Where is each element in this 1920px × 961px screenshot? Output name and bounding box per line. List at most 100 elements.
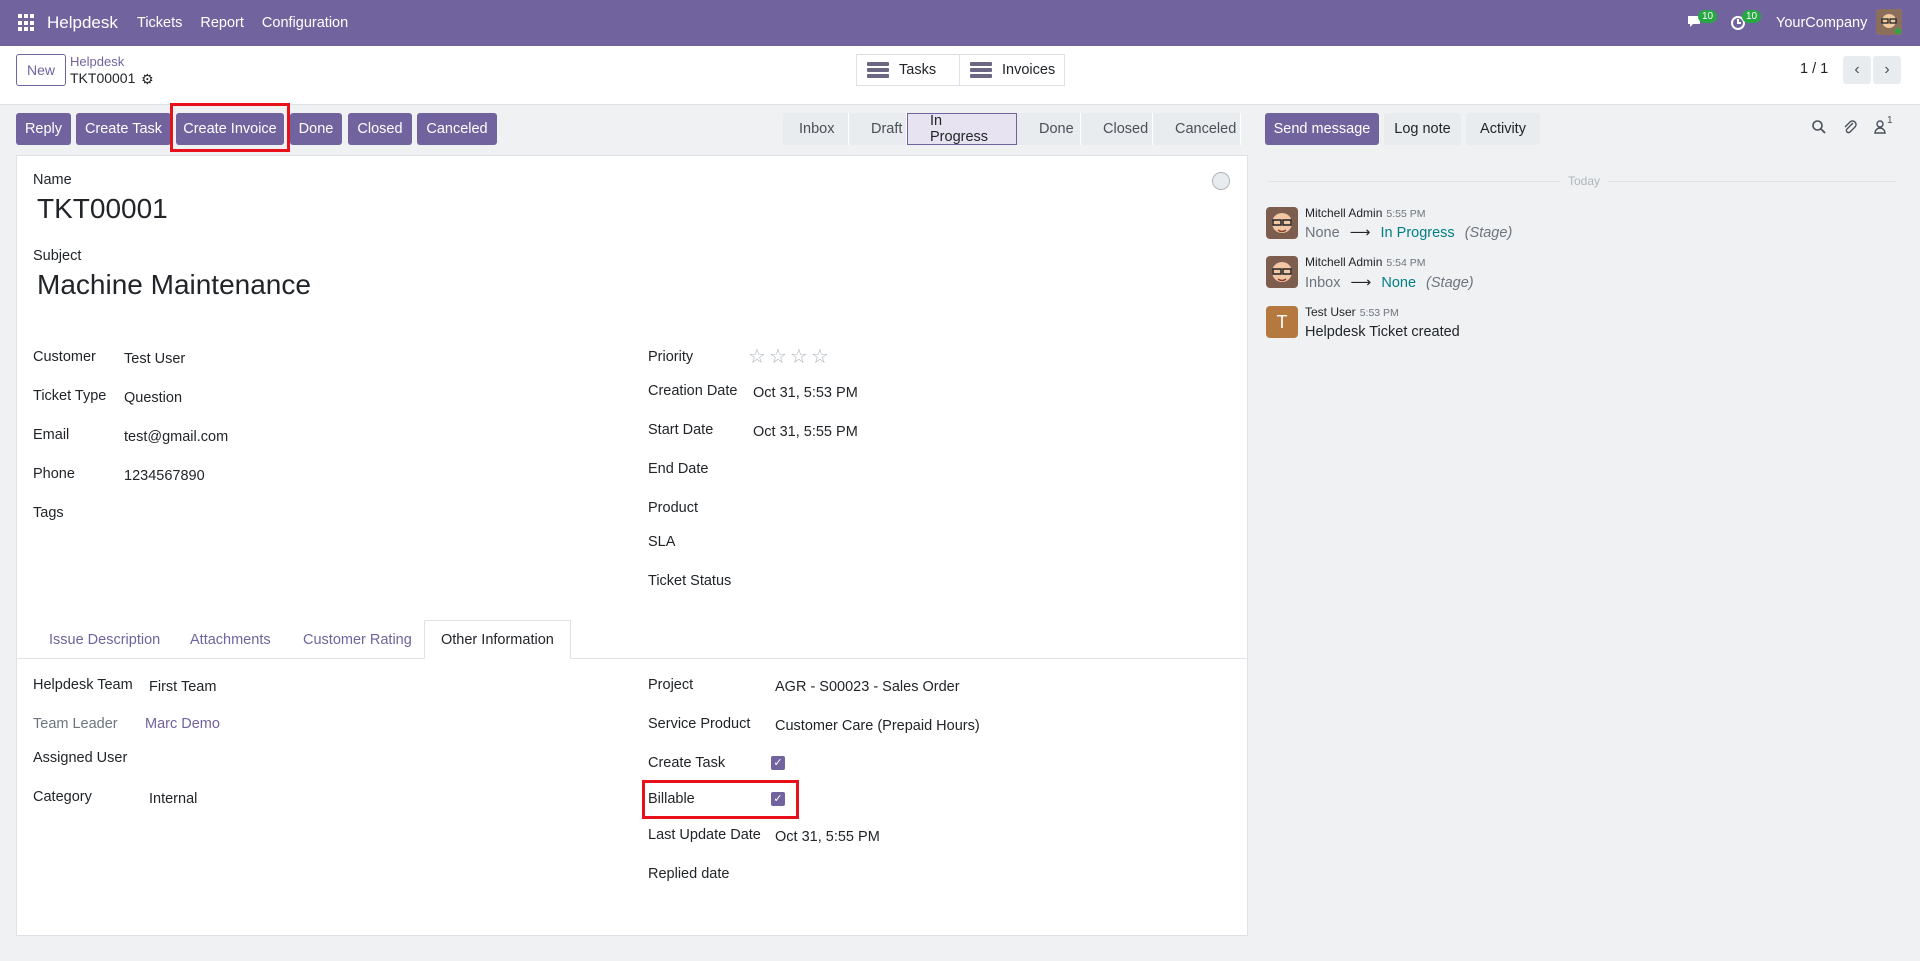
ticket-subject[interactable]: Machine Maintenance [37, 269, 311, 301]
message-time: 5:55 PM [1386, 208, 1426, 220]
priority-label: Priority [648, 349, 694, 365]
customer-field[interactable]: Test User [124, 351, 185, 367]
email-label: Email [33, 427, 70, 443]
invoices-smart-button[interactable]: Invoices [959, 54, 1065, 86]
sla-label: SLA [648, 534, 676, 550]
create-task-label: Create Task [648, 755, 726, 771]
create-task-checkbox[interactable]: ✓ [771, 756, 785, 770]
start-date-field[interactable]: Oct 31, 5:55 PM [753, 424, 858, 440]
pager-next-button[interactable]: › [1873, 56, 1901, 84]
creation-date-label: Creation Date [648, 383, 738, 399]
tab-attachments[interactable]: Attachments [190, 620, 271, 659]
avatar[interactable] [1266, 207, 1298, 239]
closed-button[interactable]: Closed [348, 113, 412, 145]
old-value: None [1305, 225, 1340, 241]
end-date-label: End Date [648, 461, 709, 477]
notebook-tabs: Issue Description Attachments Customer R… [16, 620, 1248, 659]
create-task-button[interactable]: Create Task [76, 113, 171, 145]
activities-badge: 10 [1742, 10, 1762, 23]
stage-done[interactable]: Done [1017, 113, 1081, 145]
pager-previous-button[interactable]: ‹ [1843, 56, 1871, 84]
old-value: Inbox [1305, 275, 1341, 291]
message-author[interactable]: Mitchell Admin 5:54 PM [1305, 255, 1425, 269]
breadcrumb-parent[interactable]: Helpdesk [70, 54, 124, 69]
phone-label: Phone [33, 466, 75, 482]
priority-stars[interactable]: ☆ ☆ ☆ ☆ [748, 344, 829, 369]
star-icon[interactable]: ☆ [811, 344, 829, 369]
stage-draft[interactable]: Draft [849, 113, 907, 145]
message-body: Helpdesk Ticket created [1305, 324, 1460, 340]
app-name[interactable]: Helpdesk [47, 13, 118, 33]
avatar-initial: T [1276, 311, 1288, 332]
menu-report[interactable]: Report [200, 15, 244, 31]
last-update-date-label: Last Update Date [648, 827, 761, 843]
stage-canceled[interactable]: Canceled [1153, 113, 1241, 145]
done-button[interactable]: Done [290, 113, 342, 145]
star-icon[interactable]: ☆ [790, 344, 808, 369]
messages-icon[interactable]: 10 [1686, 10, 1718, 30]
send-message-button[interactable]: Send message [1265, 113, 1379, 145]
category-field[interactable]: Internal [149, 791, 197, 807]
service-product-field[interactable]: Customer Care (Prepaid Hours) [775, 718, 980, 734]
arrow-right-icon: ⟶ [1349, 225, 1371, 241]
top-navbar: Helpdesk Tickets Report Configuration 10… [0, 0, 1920, 46]
company-switcher[interactable]: YourCompany [1776, 15, 1867, 31]
tab-issue-description[interactable]: Issue Description [49, 620, 160, 659]
activities-icon[interactable]: 10 [1730, 10, 1762, 32]
team-leader-link[interactable]: Marc Demo [145, 716, 220, 732]
star-icon[interactable]: ☆ [769, 344, 787, 369]
author-name[interactable]: Test User [1305, 305, 1356, 319]
new-value: In Progress [1380, 225, 1455, 241]
menu-tickets[interactable]: Tickets [137, 15, 182, 31]
stage-in-progress[interactable]: In Progress [907, 113, 1017, 145]
paperclip-icon[interactable] [1842, 119, 1858, 139]
tasks-smart-button[interactable]: Tasks [856, 54, 960, 86]
ticket-type-field[interactable]: Question [124, 390, 182, 406]
billable-highlight [642, 780, 799, 819]
stage-closed[interactable]: Closed [1081, 113, 1153, 145]
followers-icon[interactable]: 1 [1873, 115, 1893, 139]
ticket-name[interactable]: TKT00001 [37, 193, 168, 225]
new-button[interactable]: New [16, 54, 66, 86]
author-name[interactable]: Mitchell Admin [1305, 206, 1382, 220]
team-leader-label: Team Leader [33, 716, 118, 732]
kanban-state-indicator[interactable] [1212, 172, 1230, 190]
tracked-field: (Stage) [1426, 275, 1474, 291]
customer-label: Customer [33, 349, 96, 365]
gear-icon[interactable]: ⚙ [141, 71, 154, 88]
email-field[interactable]: test@gmail.com [124, 429, 228, 445]
tags-label: Tags [33, 505, 64, 521]
activity-button[interactable]: Activity [1466, 113, 1540, 145]
tab-other-information[interactable]: Other Information [424, 620, 571, 659]
breadcrumb-current: TKT00001 [70, 70, 136, 86]
ticket-type-label: Ticket Type [33, 388, 107, 404]
avatar[interactable]: T [1266, 306, 1298, 338]
message-author[interactable]: Test User 5:53 PM [1305, 305, 1399, 319]
phone-field[interactable]: 1234567890 [124, 468, 205, 484]
reply-button[interactable]: Reply [16, 113, 71, 145]
assigned-user-label: Assigned User [33, 750, 128, 766]
avatar[interactable] [1266, 256, 1298, 288]
apps-menu-icon[interactable] [18, 14, 36, 32]
canceled-button[interactable]: Canceled [417, 113, 497, 145]
message-author[interactable]: Mitchell Admin 5:55 PM [1305, 206, 1425, 220]
helpdesk-team-field[interactable]: First Team [149, 679, 216, 695]
category-label: Category [33, 789, 92, 805]
project-field[interactable]: AGR - S00023 - Sales Order [775, 679, 960, 695]
menu-configuration[interactable]: Configuration [262, 15, 348, 31]
user-avatar[interactable] [1876, 9, 1902, 35]
tags-field[interactable] [124, 505, 504, 525]
tracking-value: Inbox ⟶ None (Stage) [1305, 275, 1474, 291]
message-time: 5:53 PM [1359, 307, 1399, 319]
stage-inbox[interactable]: Inbox [783, 113, 849, 145]
helpdesk-team-label: Helpdesk Team [33, 677, 133, 693]
tab-customer-rating[interactable]: Customer Rating [303, 620, 412, 659]
new-value: None [1381, 275, 1417, 291]
log-note-button[interactable]: Log note [1384, 113, 1461, 145]
pager-value[interactable]: 1 / 1 [1800, 61, 1828, 77]
author-name[interactable]: Mitchell Admin [1305, 255, 1382, 269]
star-icon[interactable]: ☆ [748, 344, 766, 369]
tasks-label: Tasks [899, 62, 937, 78]
search-icon[interactable] [1811, 119, 1827, 139]
tracked-field: (Stage) [1464, 225, 1513, 241]
